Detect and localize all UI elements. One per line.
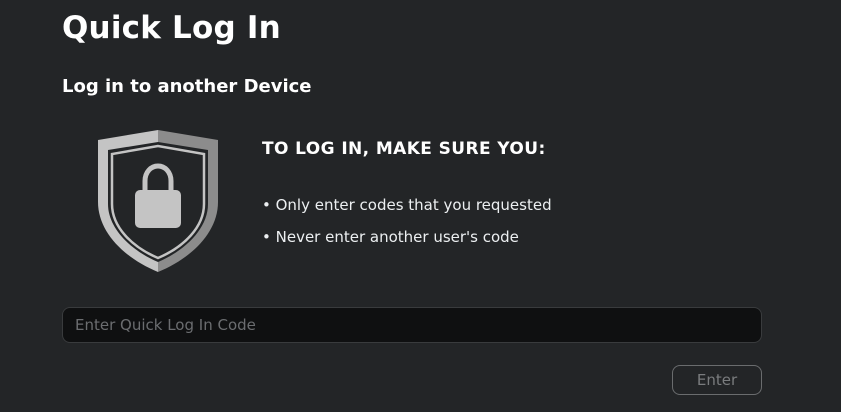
instructions-list: • Only enter codes that you requested • …: [262, 189, 552, 253]
quick-login-code-input[interactable]: [62, 307, 762, 343]
instructions-heading: TO LOG IN, MAKE SURE YOU:: [262, 139, 546, 159]
page-title: Quick Log In: [62, 10, 281, 46]
section-title: Log in to another Device: [62, 76, 312, 97]
enter-button[interactable]: Enter: [672, 365, 762, 395]
list-item: • Only enter codes that you requested: [262, 196, 552, 214]
quick-login-page: Quick Log In Log in to another Device TO…: [0, 0, 841, 412]
shield-lock-icon: [98, 130, 218, 272]
list-item: • Never enter another user's code: [262, 228, 519, 246]
